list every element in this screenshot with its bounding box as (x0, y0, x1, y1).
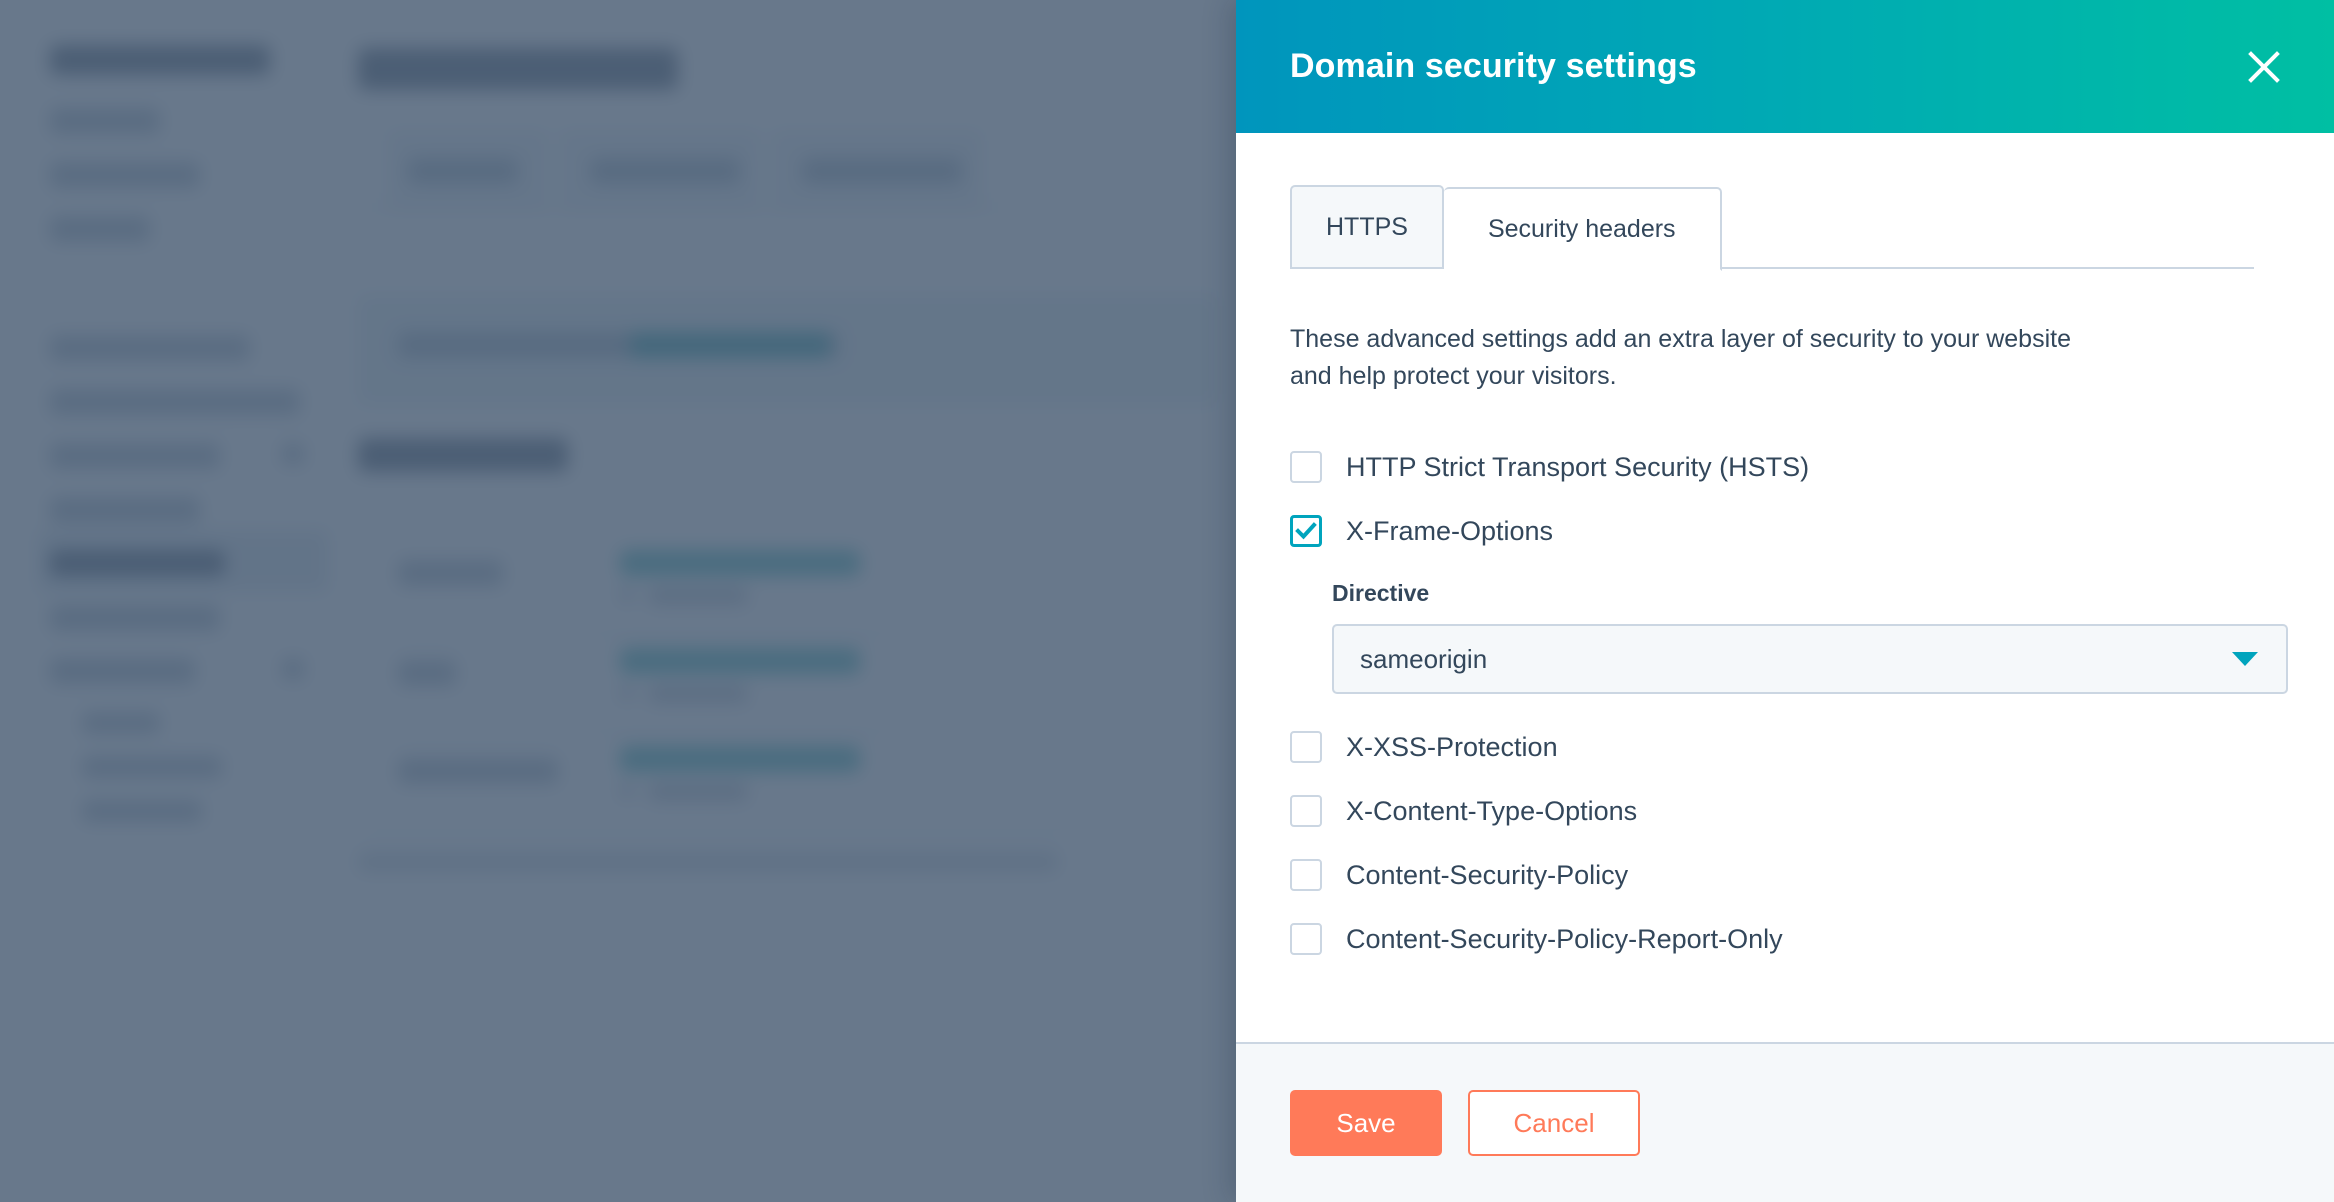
tab-security-headers[interactable]: Security headers (1443, 187, 1722, 271)
checkbox-label-x-content-type-options: X-Content-Type-Options (1346, 795, 1638, 826)
directive-select[interactable]: sameorigin (1332, 624, 2288, 694)
directive-selected-value: sameorigin (1360, 643, 1488, 674)
close-icon[interactable] (2238, 41, 2290, 93)
domain-security-settings-panel: Domain security settings HTTPS Security … (1236, 0, 2334, 1202)
directive-field-group: Directive sameorigin (1332, 580, 2288, 694)
checkbox-x-content-type-options[interactable] (1290, 795, 1322, 827)
checkbox-content-security-policy-report-only[interactable] (1290, 923, 1322, 955)
panel-footer: Save Cancel (1236, 1042, 2334, 1202)
cancel-button-label: Cancel (1513, 1107, 1595, 1138)
checkbox-row-x-content-type-options[interactable]: X-Content-Type-Options (1290, 784, 2280, 838)
checkbox-content-security-policy[interactable] (1290, 859, 1322, 891)
tab-https-label: HTTPS (1326, 212, 1408, 241)
tab-security-headers-label: Security headers (1487, 214, 1676, 243)
panel-body: HTTPS Security headers These advanced se… (1236, 133, 2334, 1042)
checkbox-row-hsts[interactable]: HTTP Strict Transport Security (HSTS) (1290, 440, 2280, 494)
tab-https[interactable]: HTTPS (1290, 185, 1444, 269)
checkbox-row-content-security-policy[interactable]: Content-Security-Policy (1290, 848, 2280, 902)
cancel-button[interactable]: Cancel (1468, 1090, 1640, 1156)
page-title: Domain security settings (1290, 47, 1697, 85)
checkbox-row-content-security-policy-report-only[interactable]: Content-Security-Policy-Report-Only (1290, 912, 2280, 966)
checkbox-label-x-frame-options: X-Frame-Options (1346, 515, 1554, 546)
checkbox-label-hsts: HTTP Strict Transport Security (HSTS) (1346, 451, 1810, 482)
checkbox-x-frame-options[interactable] (1290, 515, 1322, 547)
checkbox-hsts[interactable] (1290, 451, 1322, 483)
panel-header: Domain security settings (1236, 0, 2334, 133)
checkbox-row-x-xss-protection[interactable]: X-XSS-Protection (1290, 720, 2280, 774)
chevron-down-icon (2232, 652, 2258, 666)
panel-description: These advanced settings add an extra lay… (1290, 325, 2071, 390)
checkbox-label-content-security-policy: Content-Security-Policy (1346, 859, 1629, 890)
checkbox-label-x-xss-protection: X-XSS-Protection (1346, 731, 1558, 762)
checkbox-row-x-frame-options[interactable]: X-Frame-Options (1290, 504, 2280, 558)
tab-bar: HTTPS Security headers (1290, 185, 2280, 271)
directive-label: Directive (1332, 580, 1430, 606)
checkbox-label-content-security-policy-report-only: Content-Security-Policy-Report-Only (1346, 923, 1783, 954)
save-button-label: Save (1336, 1107, 1396, 1138)
save-button[interactable]: Save (1290, 1090, 1442, 1156)
checkbox-x-xss-protection[interactable] (1290, 731, 1322, 763)
